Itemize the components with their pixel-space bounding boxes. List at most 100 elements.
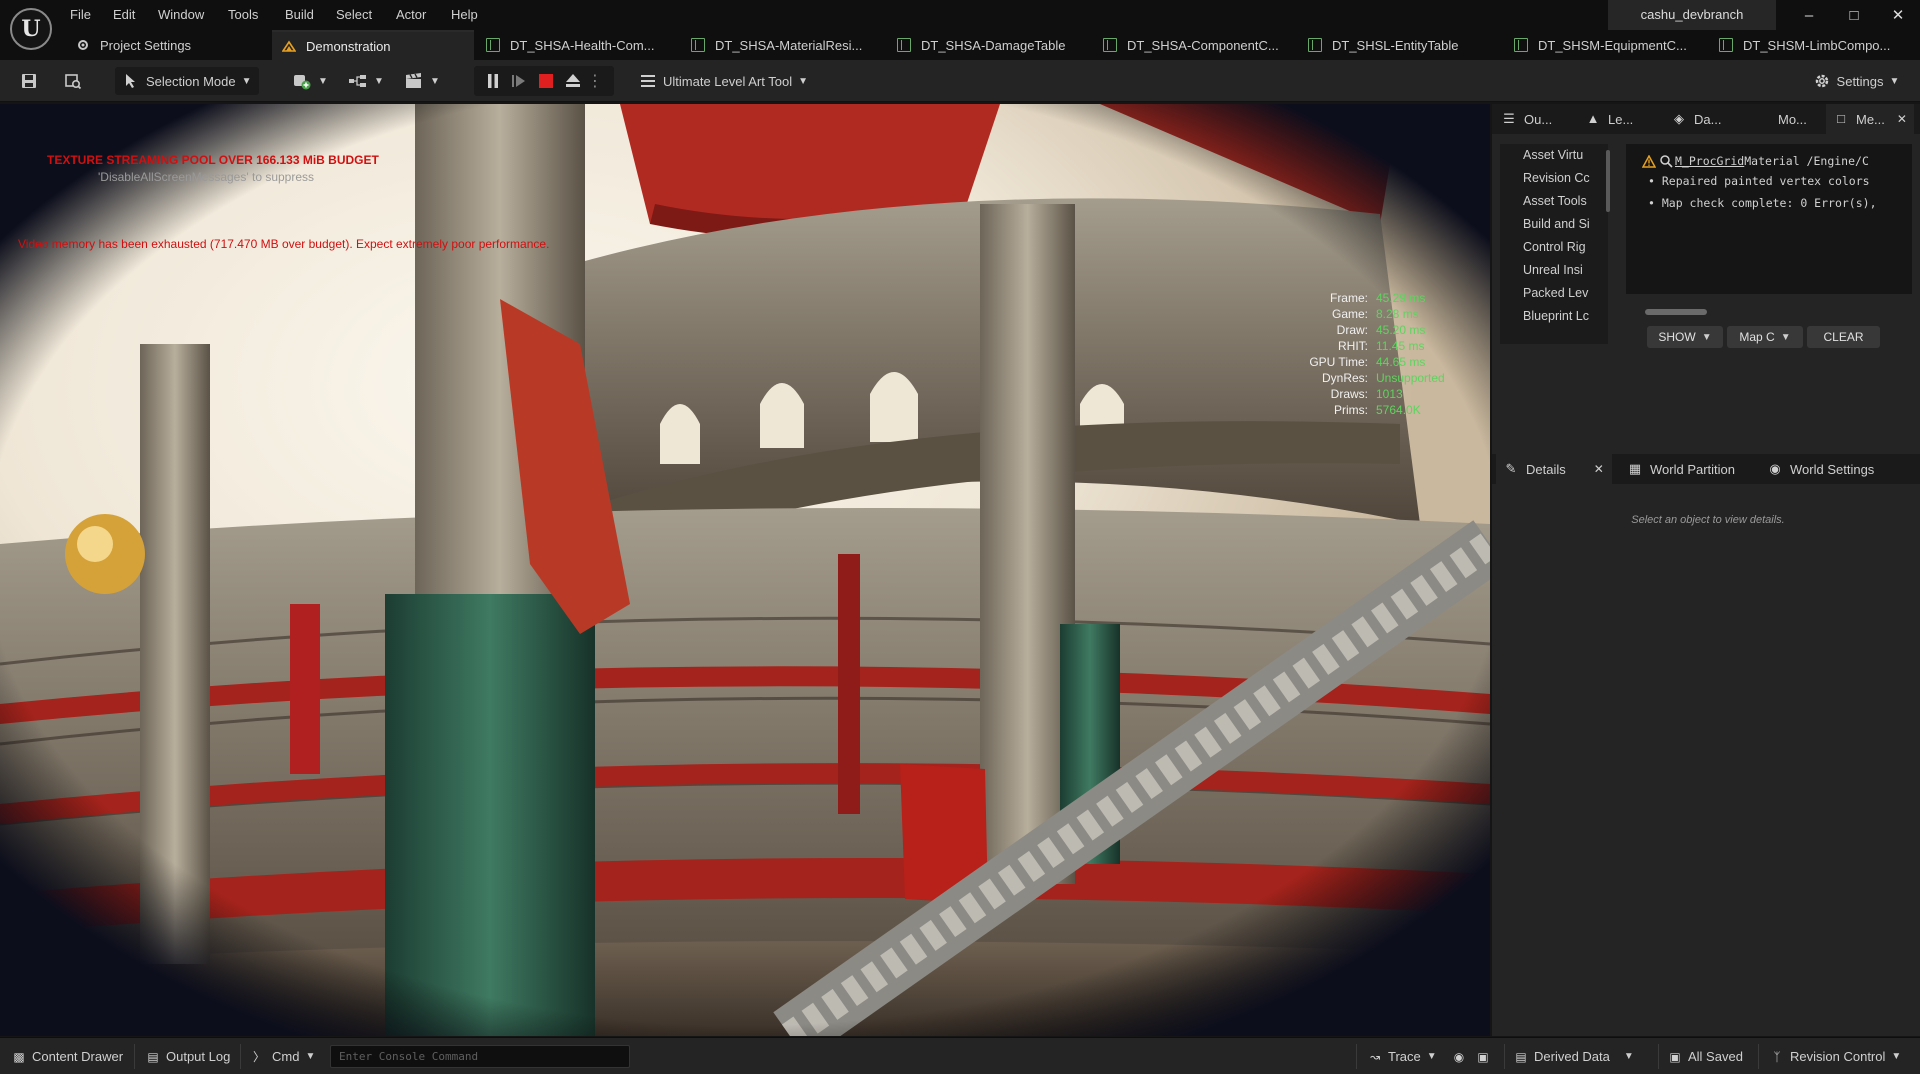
tab-label: Project Settings xyxy=(100,37,192,53)
save-icon[interactable] xyxy=(16,67,42,95)
button-label: All Saved xyxy=(1688,1049,1743,1064)
asset-link[interactable]: M_ProcGrid xyxy=(1675,154,1744,168)
message-log-icon: □ xyxy=(1837,111,1845,126)
map-check-button[interactable]: Map C ▼ xyxy=(1727,326,1803,348)
level-art-tool-dropdown[interactable]: Ultimate Level Art Tool ▼ xyxy=(640,67,818,95)
stop-icon[interactable] xyxy=(535,67,557,95)
tab-dt-damagetable[interactable]: DT_SHSA-DamageTable xyxy=(887,30,1089,60)
screenshot-icon[interactable]: ▣ xyxy=(1476,1038,1496,1074)
datatable-icon xyxy=(486,38,500,52)
document-tab-bar: Project Settings Demonstration DT_SHSA-H… xyxy=(0,30,1920,60)
stat-row: GPU Time: 44.65 ms xyxy=(1290,354,1445,370)
menu-select[interactable]: Select xyxy=(336,7,372,22)
tab-project-settings[interactable]: Project Settings xyxy=(66,30,270,60)
tab-dt-materialresi[interactable]: DT_SHSA-MaterialResi... xyxy=(681,30,883,60)
tab-demonstration[interactable]: Demonstration xyxy=(272,30,474,60)
datatable-icon xyxy=(1308,38,1322,52)
unreal-logo-icon[interactable]: U xyxy=(10,8,52,50)
menu-actor[interactable]: Actor xyxy=(396,7,426,22)
tab-world-settings[interactable]: ◉ World Settings xyxy=(1758,454,1908,484)
tab-message-log[interactable]: □ Me... ✕ xyxy=(1826,104,1914,134)
tab-dt-health[interactable]: DT_SHSA-Health-Com... xyxy=(476,30,678,60)
settings-dropdown[interactable]: Settings ▼ xyxy=(1810,67,1902,95)
maximize-icon[interactable]: □ xyxy=(1846,8,1862,24)
tab-dt-limbcompo[interactable]: DT_SHSM-LimbCompo... xyxy=(1709,30,1920,60)
menu-window[interactable]: Window xyxy=(158,7,204,22)
menu-build[interactable]: Build xyxy=(285,7,314,22)
clear-button[interactable]: CLEAR xyxy=(1807,326,1880,348)
output-log-button[interactable]: ▤ Output Log xyxy=(146,1038,230,1074)
stat-value: 45.29 ms xyxy=(1376,291,1426,305)
menu-help[interactable]: Help xyxy=(451,7,478,22)
level-viewport[interactable]: TEXTURE STREAMING POOL OVER 166.133 MiB … xyxy=(0,104,1490,1036)
datatable-icon xyxy=(691,38,705,52)
add-actor-button[interactable]: ▼ xyxy=(290,67,330,95)
list-item[interactable]: Asset Virtu xyxy=(1500,144,1608,167)
eject-icon[interactable] xyxy=(562,67,584,95)
tab-world-partition[interactable]: ▦ World Partition xyxy=(1616,454,1754,484)
list-item[interactable]: Packed Lev xyxy=(1500,282,1608,305)
browse-icon[interactable] xyxy=(60,67,86,95)
menu-list-icon xyxy=(641,75,655,87)
derived-data-dropdown[interactable]: ▤ Derived Data ▼ xyxy=(1514,1038,1633,1074)
stat-value: Unsupported xyxy=(1376,371,1445,385)
record-icon[interactable]: ◉ xyxy=(1452,1038,1472,1074)
button-label: Revision Control xyxy=(1790,1049,1886,1064)
revision-control-dropdown[interactable]: ᛉ Revision Control ▼ xyxy=(1770,1038,1901,1074)
close-window-icon[interactable]: ✕ xyxy=(1890,8,1906,24)
cinematics-button[interactable]: ▼ xyxy=(402,67,442,95)
button-label: Map C xyxy=(1739,330,1775,344)
list-item[interactable]: Blueprint Lc xyxy=(1500,305,1608,328)
list-item[interactable]: Revision Cc xyxy=(1500,167,1608,190)
stat-row: Frame: 45.29 ms xyxy=(1290,290,1445,306)
message-header: M_ProcGrid Material /Engine/C xyxy=(1642,154,1869,168)
tab-dt-entitytable[interactable]: DT_SHSL-EntityTable xyxy=(1298,30,1500,60)
list-item[interactable]: Asset Tools xyxy=(1500,190,1608,213)
all-saved-button[interactable]: ▣ All Saved xyxy=(1668,1038,1743,1074)
selection-mode-label: Selection Mode xyxy=(146,73,236,89)
more-options-icon[interactable]: ⋮ xyxy=(587,67,603,95)
cursor-icon xyxy=(126,74,135,88)
tab-levels[interactable]: ▲ Le... xyxy=(1578,104,1654,134)
tab-label: DT_SHSM-EquipmentC... xyxy=(1538,37,1687,53)
tab-outliner[interactable]: ☰ Ou... xyxy=(1498,104,1574,134)
tab-dt-componentc[interactable]: DT_SHSA-ComponentC... xyxy=(1093,30,1295,60)
tab-details[interactable]: ✎ Details ✕ xyxy=(1496,454,1612,484)
layers-icon: ◈ xyxy=(1674,111,1684,126)
tab-dt-equipmentc[interactable]: DT_SHSM-EquipmentC... xyxy=(1504,30,1706,60)
tab-modes[interactable]: Mo... xyxy=(1750,104,1824,134)
trace-dropdown[interactable]: ↝ Trace ▼ xyxy=(1368,1038,1437,1074)
stat-value: 45.20 ms xyxy=(1376,323,1426,337)
tab-label: DT_SHSL-EntityTable xyxy=(1332,37,1459,53)
clapperboard-icon xyxy=(406,73,422,88)
list-item[interactable]: Build and Si xyxy=(1500,213,1608,236)
branch-label: cashu_devbranch xyxy=(1608,0,1776,30)
message-scrollbar[interactable] xyxy=(1645,309,1707,315)
message-line: • Map check complete: 0 Error(s), xyxy=(1648,196,1877,210)
menu-file[interactable]: File xyxy=(70,7,91,22)
stat-row: Prims: 5764.0K xyxy=(1290,402,1445,418)
tab-label: Ou... xyxy=(1524,111,1553,127)
menu-edit[interactable]: Edit xyxy=(113,7,135,22)
list-item[interactable]: Control Rig xyxy=(1500,236,1608,259)
tab-data-layers[interactable]: ◈ Da... xyxy=(1658,104,1748,134)
list-item[interactable]: Unreal Insi xyxy=(1500,259,1608,282)
minimize-icon[interactable]: – xyxy=(1801,8,1817,24)
frame-skip-icon[interactable] xyxy=(508,67,530,95)
warning-icon xyxy=(1642,154,1656,168)
blueprints-button[interactable]: ▼ xyxy=(346,67,386,95)
pause-icon[interactable] xyxy=(482,67,504,95)
selection-mode-dropdown[interactable]: Selection Mode ▼ xyxy=(115,67,259,95)
levels-icon: ▲ xyxy=(1586,111,1600,126)
stat-key: Game: xyxy=(1331,307,1368,321)
close-tab-icon[interactable]: ✕ xyxy=(1594,462,1604,476)
content-drawer-button[interactable]: ▩ Content Drawer xyxy=(12,1038,123,1074)
stat-value: 8.28 ms xyxy=(1376,307,1419,321)
show-filter-button[interactable]: SHOW ▼ xyxy=(1647,326,1723,348)
console-input[interactable] xyxy=(330,1045,630,1068)
gear-icon xyxy=(1815,74,1828,88)
close-tab-icon[interactable]: ✕ xyxy=(1897,112,1907,126)
cmd-dropdown[interactable]: 〉 Cmd ▼ xyxy=(252,1038,315,1074)
category-scrollbar[interactable] xyxy=(1606,150,1610,212)
menu-tools[interactable]: Tools xyxy=(228,7,258,22)
